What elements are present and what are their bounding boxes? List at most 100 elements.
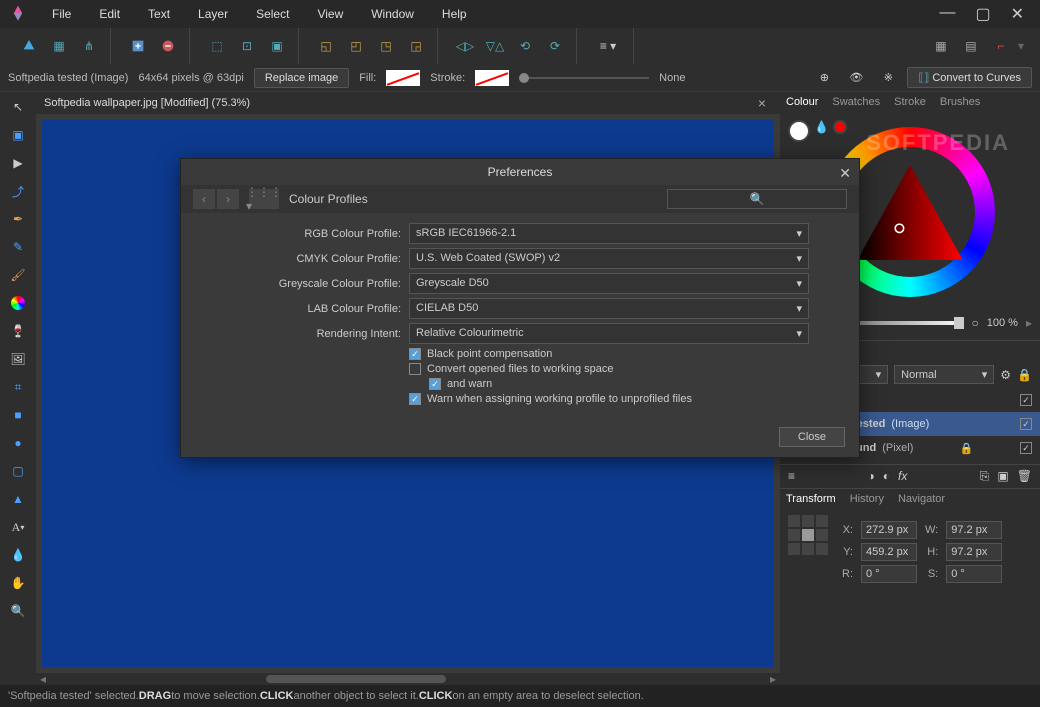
- s-field[interactable]: 0 °: [946, 565, 1002, 583]
- anchor-selector[interactable]: [788, 515, 828, 555]
- duplicate-icon[interactable]: ⎘: [980, 469, 990, 484]
- eye-icon[interactable]: 👁: [843, 65, 869, 91]
- gradient-tool-icon[interactable]: [5, 292, 31, 314]
- visibility-checkbox[interactable]: [1020, 442, 1032, 454]
- menu-layer[interactable]: Layer: [186, 3, 240, 25]
- zoom-tool-icon[interactable]: 🔍: [5, 600, 31, 622]
- triangle-tool-icon[interactable]: ▲: [5, 488, 31, 510]
- pen-tool-icon[interactable]: ✒: [5, 208, 31, 230]
- grid-toggle-icon[interactable]: ▦: [46, 33, 72, 59]
- snap-baseline-icon[interactable]: ▤: [958, 33, 984, 59]
- horizontal-scrollbar[interactable]: ◂ ▸: [36, 673, 780, 685]
- rotate-l-icon[interactable]: ⟲: [512, 33, 538, 59]
- arrange-1-icon[interactable]: ◱: [313, 33, 339, 59]
- r-field[interactable]: 0 °: [861, 565, 917, 583]
- corner-tool-icon[interactable]: ⤴: [5, 180, 31, 202]
- stroke-width-slider[interactable]: [519, 77, 649, 79]
- move-tool-icon[interactable]: ↖: [5, 96, 31, 118]
- menu-view[interactable]: View: [305, 3, 355, 25]
- ellipse-tool-icon[interactable]: ●: [5, 432, 31, 454]
- stroke-colour-swatch[interactable]: [833, 120, 847, 134]
- form-dropdown[interactable]: sRGB IEC61966-2.1▾: [409, 223, 809, 244]
- h-field[interactable]: 97.2 px: [946, 543, 1002, 561]
- opacity-value[interactable]: 100 %: [987, 317, 1018, 329]
- menu-select[interactable]: Select: [244, 3, 301, 25]
- search-input[interactable]: 🔍: [667, 189, 847, 209]
- snap-grid-icon[interactable]: ▦: [928, 33, 954, 59]
- node-tool-icon[interactable]: ▶: [5, 152, 31, 174]
- adjustment-icon[interactable]: ◐: [883, 469, 890, 484]
- arrange-3-icon[interactable]: ◳: [373, 33, 399, 59]
- artboard-tool-icon[interactable]: ▣: [5, 124, 31, 146]
- snap-magnet-icon[interactable]: ⌐: [988, 33, 1014, 59]
- align-dropdown[interactable]: ≡ ▾: [591, 33, 625, 59]
- rectangle-tool-icon[interactable]: ■: [5, 404, 31, 426]
- close-button[interactable]: Close: [779, 427, 845, 447]
- blend-mode-dropdown[interactable]: Normal▾: [894, 365, 994, 384]
- tab-brushes[interactable]: Brushes: [940, 96, 980, 108]
- menu-window[interactable]: Window: [359, 3, 426, 25]
- tab-swatches[interactable]: Swatches: [832, 96, 880, 108]
- add-layer-icon[interactable]: [125, 33, 151, 59]
- x-field[interactable]: 272.9 px: [861, 521, 917, 539]
- flip-h-icon[interactable]: ◁▷: [452, 33, 478, 59]
- grid-view-icon[interactable]: ⋮⋮⋮ ▾: [249, 189, 279, 209]
- rounded-rect-tool-icon[interactable]: ▢: [5, 460, 31, 482]
- scroll-thumb[interactable]: [266, 675, 446, 683]
- menu-help[interactable]: Help: [430, 3, 479, 25]
- persona-designer-icon[interactable]: [16, 33, 42, 59]
- tab-close-icon[interactable]: ×: [752, 95, 772, 111]
- checkbox[interactable]: [409, 393, 421, 405]
- crop-tool-icon[interactable]: ⌗: [5, 376, 31, 398]
- marquee-1-icon[interactable]: ⬚: [204, 33, 230, 59]
- tab-history[interactable]: History: [850, 493, 884, 505]
- eyedropper-tool-icon[interactable]: 💧: [5, 544, 31, 566]
- arrange-4-icon[interactable]: ◲: [403, 33, 429, 59]
- nav-back-icon[interactable]: ‹: [193, 189, 215, 209]
- tab-colour[interactable]: Colour: [786, 96, 818, 108]
- place-tool-icon[interactable]: 🖼: [5, 348, 31, 370]
- snap-icon[interactable]: ※: [875, 65, 901, 91]
- transparency-tool-icon[interactable]: 🍷: [5, 320, 31, 342]
- gear-icon[interactable]: ⚙: [1000, 368, 1011, 382]
- visibility-checkbox[interactable]: [1020, 394, 1032, 406]
- nodes-icon[interactable]: ⋔: [76, 33, 102, 59]
- eyedropper-icon[interactable]: 💧: [814, 120, 829, 142]
- checkbox[interactable]: [429, 378, 441, 390]
- menu-text[interactable]: Text: [136, 3, 182, 25]
- checkbox[interactable]: [409, 348, 421, 360]
- fx-icon[interactable]: fx: [898, 469, 907, 484]
- brush-tool-icon[interactable]: 🖌: [5, 264, 31, 286]
- arrange-2-icon[interactable]: ◰: [343, 33, 369, 59]
- marquee-2-icon[interactable]: ⊡: [234, 33, 260, 59]
- convert-curves-button[interactable]: ⟦⟧ Convert to Curves: [907, 67, 1032, 88]
- rotate-r-icon[interactable]: ⟳: [542, 33, 568, 59]
- lock-icon[interactable]: 🔒: [1017, 368, 1032, 382]
- visibility-checkbox[interactable]: [1020, 418, 1032, 430]
- tab-navigator[interactable]: Navigator: [898, 493, 945, 505]
- nav-forward-icon[interactable]: ›: [217, 189, 239, 209]
- tab-stroke[interactable]: Stroke: [894, 96, 926, 108]
- fill-swatch[interactable]: [386, 70, 420, 86]
- minimize-icon[interactable]: —: [939, 4, 955, 24]
- layers-menu-icon[interactable]: ≡: [788, 469, 795, 484]
- fill-colour-swatch[interactable]: [788, 120, 810, 142]
- trash-icon[interactable]: 🗑: [1017, 469, 1032, 484]
- menu-edit[interactable]: Edit: [87, 3, 132, 25]
- checkbox[interactable]: [409, 363, 421, 375]
- replace-image-button[interactable]: Replace image: [254, 68, 349, 88]
- form-dropdown[interactable]: Greyscale D50▾: [409, 273, 809, 294]
- menu-file[interactable]: File: [40, 3, 83, 25]
- target-icon[interactable]: ⊕: [811, 65, 837, 91]
- text-tool-icon[interactable]: A▾: [5, 516, 31, 538]
- tab-transform[interactable]: Transform: [786, 493, 836, 505]
- y-field[interactable]: 459.2 px: [861, 543, 917, 561]
- stroke-swatch[interactable]: [475, 70, 509, 86]
- form-dropdown[interactable]: CIELAB D50▾: [409, 298, 809, 319]
- hand-tool-icon[interactable]: ✋: [5, 572, 31, 594]
- lock-icon[interactable]: 🔒: [960, 442, 974, 455]
- remove-layer-icon[interactable]: [155, 33, 181, 59]
- group-icon[interactable]: ▣: [997, 469, 1008, 484]
- opacity-handle-icon[interactable]: ○: [972, 316, 979, 330]
- maximize-icon[interactable]: ▢: [975, 4, 990, 24]
